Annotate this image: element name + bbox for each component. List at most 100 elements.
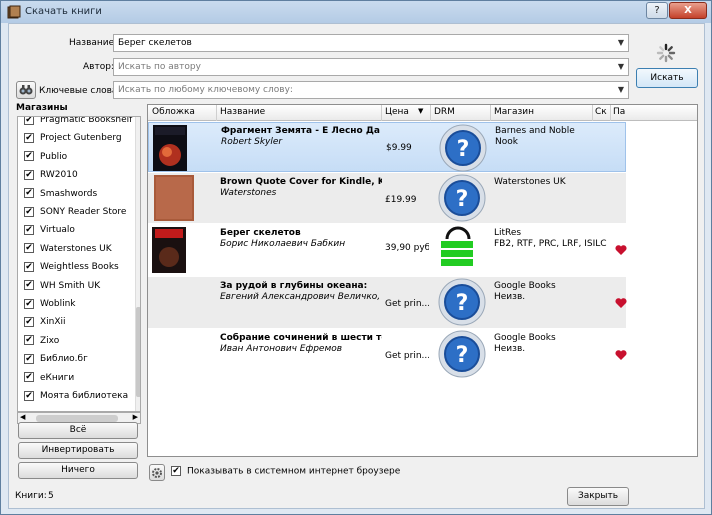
table-row[interactable]: Brown Quote Cover for Kindle, Kindle Wat… [148,173,626,223]
store-name: Barnes and Noble [495,126,575,136]
store-list-item[interactable]: ✔ WH Smith UK [24,279,100,297]
heart-icon [615,298,627,308]
book-author: Борис Николаевич Бабкин [220,239,346,249]
store-format: Nook [495,137,518,147]
browser-checkbox-label: Показывать в системном интернет броузере [187,466,401,477]
store-format: Неизв. [494,344,526,354]
title-combo[interactable]: Берег скелетов ▼ [113,34,629,52]
download-books-window: Скачать книги ? X Название: Берег скелет… [0,0,712,515]
checkbox-icon[interactable]: ✔ [24,117,34,125]
column-drm[interactable]: DRM [434,107,455,117]
author-combo[interactable]: Искать по автору ▼ [113,58,629,76]
book-price: Get prin... [385,299,429,309]
help-button[interactable]: ? [646,2,668,19]
select-none-button[interactable]: Ничего [18,462,138,479]
table-row[interactable]: Берег скелетов Борис Николаевич Бабкин 3… [148,224,627,277]
store-list-item[interactable]: ✔ Библио.бг [24,352,88,370]
store-list-item[interactable]: ✔ Waterstones UK [24,242,112,260]
store-list-item[interactable]: ✔ Publio [24,150,67,168]
book-price: £19.99 [385,195,417,205]
checkbox-icon[interactable]: ✔ [24,390,34,401]
column-price[interactable]: Цена [385,107,409,117]
results-table[interactable]: Обложка Название Цена ▼ DRM Магазин Ск П… [147,104,698,457]
store-name: Waterstones UK [494,177,566,187]
sort-down-icon: ▼ [418,107,424,115]
column-download[interactable]: Ск [595,107,607,117]
checkbox-icon[interactable]: ✔ [24,372,34,383]
results-header: Обложка Название Цена ▼ DRM Магазин Ск П… [148,105,697,121]
column-cover[interactable]: Обложка [152,107,195,117]
settings-button[interactable] [149,464,165,481]
store-list-item[interactable]: ✔ RW2010 [24,168,78,186]
store-name: LitRes [494,228,522,238]
store-list-item[interactable]: ✔ XinXii [24,315,66,333]
store-list-item[interactable]: ✔ Моята библиотека [24,389,128,407]
scroll-right-icon[interactable]: ▶ [133,413,138,421]
search-button[interactable]: Искать [636,68,698,88]
binoculars-button[interactable] [16,81,36,99]
close-window-button[interactable]: X [669,2,707,19]
store-label: Virtualo [40,225,75,236]
stores-heading: Магазины [16,103,68,113]
store-label: RW2010 [40,170,78,181]
drm-unknown-icon: ? [438,278,486,326]
checkbox-icon[interactable]: ✔ [171,466,181,476]
store-list-item[interactable]: ✔ Zixo [24,334,59,352]
checkbox-icon[interactable]: ✔ [24,261,34,272]
checkbox-icon[interactable]: ✔ [24,316,34,327]
table-row[interactable]: Фрагмент Земята - Е Лесно Да Се I Robert… [148,122,626,172]
store-list-item[interactable]: ✔ Virtualo [24,223,75,241]
checkbox-icon[interactable]: ✔ [24,280,34,291]
book-cover-image [153,125,187,171]
select-all-button[interactable]: Всё [18,422,138,439]
checkbox-icon[interactable]: ✔ [24,298,34,309]
invert-selection-button[interactable]: Инвертировать [18,442,138,459]
loading-spinner-icon [656,43,676,63]
book-title: Берег скелетов [220,228,301,238]
checkbox-icon[interactable]: ✔ [24,132,34,143]
store-list-item[interactable]: ✔ Pragmatic Bookshelf [24,117,132,131]
store-list-item[interactable]: ✔ eКниги [24,371,74,389]
store-list-item[interactable]: ✔ Weightless Books [24,260,119,278]
svg-text:?: ? [456,187,469,212]
stores-list[interactable]: ✔ Pragmatic Bookshelf ✔ Project Gutenberg ✔ P… [17,116,141,412]
drm-unknown-icon: ? [438,330,486,378]
checkbox-icon[interactable]: ✔ [24,151,34,162]
store-label: Project Gutenberg [40,133,122,144]
book-title: Фрагмент Земята - Е Лесно Да Се I [221,126,383,136]
checkbox-icon[interactable]: ✔ [24,353,34,364]
book-price: Get prin... [385,351,429,361]
store-list-item[interactable]: ✔ Woblink [24,297,76,315]
stores-hscroll-thumb[interactable] [36,415,118,422]
chevron-down-icon[interactable]: ▼ [618,35,624,51]
table-row[interactable]: Собрание сочинений в шести томах Иван Ан… [148,329,627,379]
store-label: Smashwords [40,188,98,199]
checkbox-icon[interactable]: ✔ [24,243,34,254]
books-count-value: 5 [48,491,54,501]
chevron-down-icon[interactable]: ▼ [618,59,624,75]
table-row[interactable]: За рудой в глубины океана: Евгений Алекс… [148,277,627,328]
drm-unknown-icon: ? [439,124,487,172]
books-count-label: Книги: [15,491,47,501]
svg-text:?: ? [457,137,470,162]
checkbox-icon[interactable]: ✔ [24,335,34,346]
checkbox-icon[interactable]: ✔ [24,224,34,235]
chevron-down-icon[interactable]: ▼ [618,82,624,98]
keywords-combo[interactable]: Искать по любому ключевому слову: ▼ [113,81,629,99]
close-button[interactable]: Закрыть [567,487,629,506]
store-label: Woblink [40,299,76,309]
column-affiliate[interactable]: Па [613,107,625,117]
checkbox-icon[interactable]: ✔ [24,206,34,217]
store-list-item[interactable]: ✔ SONY Reader Store [24,205,126,223]
checkbox-icon[interactable]: ✔ [24,188,34,199]
store-list-item[interactable]: ✔ Smashwords [24,187,97,205]
column-store[interactable]: Магазин [494,107,534,117]
scroll-left-icon[interactable]: ◀ [20,413,25,421]
stores-scroll-thumb[interactable] [136,307,140,397]
book-title: Brown Quote Cover for Kindle, Kindle [220,177,382,187]
browser-checkbox[interactable]: ✔ Показывать в системном интернет броузер… [171,466,400,477]
checkbox-icon[interactable]: ✔ [24,169,34,180]
svg-text:?: ? [456,291,469,316]
column-title[interactable]: Название [220,107,265,117]
store-list-item[interactable]: ✔ Project Gutenberg [24,131,122,149]
